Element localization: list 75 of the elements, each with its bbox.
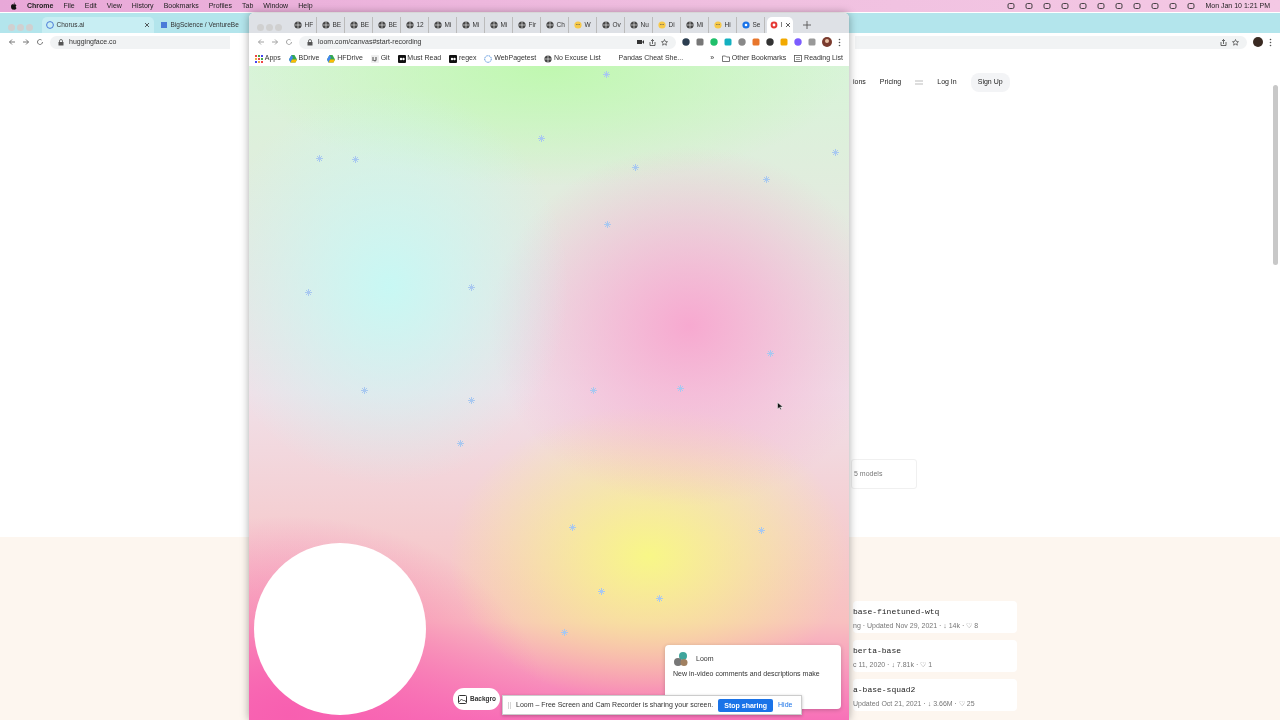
snowflake-icon xyxy=(538,135,545,142)
new-tab-icon[interactable] xyxy=(802,21,811,29)
snowflake-icon xyxy=(632,164,639,171)
star-icon[interactable] xyxy=(661,38,668,46)
snowflake-icon xyxy=(305,289,312,296)
scrollbar[interactable] xyxy=(1273,85,1278,265)
reload-icon[interactable] xyxy=(285,38,293,46)
emoji-icon xyxy=(713,21,722,29)
globe-icon xyxy=(461,21,470,29)
snowflake-icon xyxy=(598,588,605,595)
avatars-icon xyxy=(673,651,689,667)
share-icon[interactable] xyxy=(649,38,656,46)
snowflake-icon xyxy=(832,149,839,156)
globe-icon xyxy=(517,21,526,29)
forward-icon[interactable] xyxy=(271,38,279,46)
reload-icon[interactable] xyxy=(36,38,44,46)
apps-icon xyxy=(255,54,263,63)
globe-icon xyxy=(544,54,553,63)
drag-handle-icon[interactable] xyxy=(508,701,511,709)
image-icon xyxy=(458,694,467,704)
snowflake-icon xyxy=(590,387,597,394)
back-icon[interactable] xyxy=(8,38,16,46)
forward-icon[interactable] xyxy=(22,38,30,46)
drive-icon xyxy=(327,54,336,63)
snowflake-icon xyxy=(763,176,770,183)
close-icon[interactable] xyxy=(143,22,150,28)
snowflake-icon xyxy=(468,397,475,404)
globe-icon xyxy=(685,21,694,29)
avatar-icon[interactable] xyxy=(822,37,832,47)
reading-list-icon xyxy=(794,55,803,62)
record-icon xyxy=(769,21,778,29)
snowflake-icon xyxy=(604,221,611,228)
git-icon xyxy=(370,54,379,63)
snowflake-icon xyxy=(316,155,323,162)
avatar-icon[interactable] xyxy=(1253,37,1263,47)
cursor-icon xyxy=(777,402,783,410)
gear-icon xyxy=(741,21,750,29)
ring-icon xyxy=(484,54,493,63)
globe-icon xyxy=(377,21,386,29)
snowflake-icon xyxy=(656,595,663,602)
page-icon xyxy=(159,21,168,29)
globe-icon xyxy=(545,21,554,29)
snowflake-icon xyxy=(468,284,475,291)
emoji-icon xyxy=(573,21,582,29)
snowflake-icon xyxy=(758,527,765,534)
snowflake-icon xyxy=(352,156,359,163)
globe-icon xyxy=(489,21,498,29)
snowflake-icon xyxy=(767,350,774,357)
bookmark-icon xyxy=(449,54,458,63)
bookmark-icon xyxy=(397,54,406,63)
snowflake-icon xyxy=(569,524,576,531)
emoji-icon xyxy=(657,21,666,29)
drive-icon xyxy=(288,54,297,63)
globe-icon xyxy=(601,21,610,29)
camera-icon[interactable] xyxy=(637,39,644,45)
globe-icon xyxy=(405,21,414,29)
close-icon[interactable] xyxy=(785,22,792,28)
share-icon[interactable] xyxy=(1220,38,1227,46)
globe-icon xyxy=(293,21,302,29)
lock-icon xyxy=(307,38,313,46)
snowflake-icon xyxy=(677,385,684,392)
folder-icon xyxy=(722,55,731,62)
globe-icon xyxy=(349,21,358,29)
snowflake-icon xyxy=(457,440,464,447)
snowflake-icon xyxy=(561,629,568,636)
globe-icon xyxy=(629,21,638,29)
star-icon[interactable] xyxy=(1232,38,1239,46)
snowflake-icon xyxy=(361,387,368,394)
globe-icon xyxy=(321,21,330,29)
apple-icon xyxy=(10,2,17,10)
globe-icon xyxy=(433,21,442,29)
lock-icon xyxy=(58,38,64,46)
snowflake-icon xyxy=(603,71,610,78)
back-icon[interactable] xyxy=(257,38,265,46)
globe-icon xyxy=(45,21,54,29)
